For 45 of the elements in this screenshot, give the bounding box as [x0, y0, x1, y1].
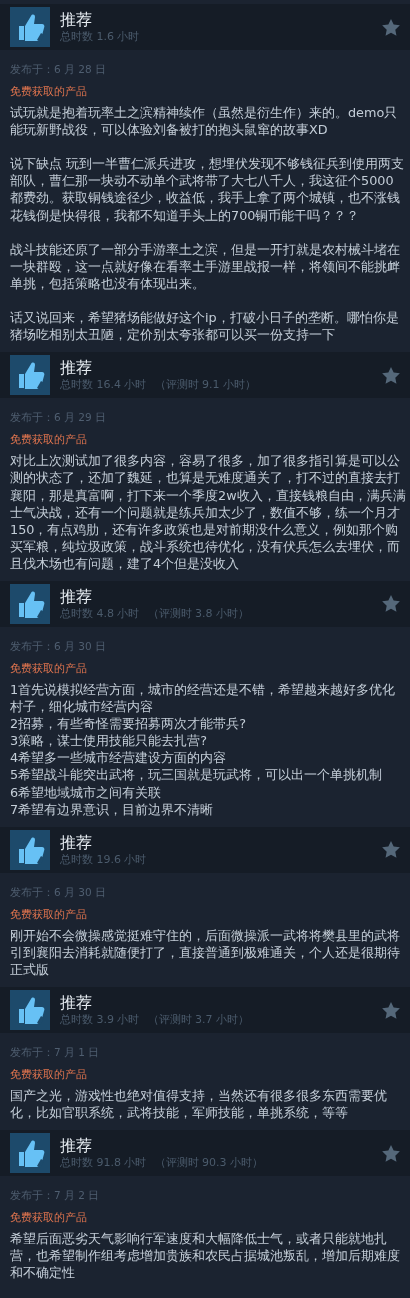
review-paragraph: 3策略，谋士使用技能只能去扎营?: [10, 732, 208, 750]
verdict-label: 推荐: [60, 10, 93, 30]
star-icon[interactable]: [382, 366, 400, 384]
thumbs-up-icon: [10, 7, 50, 47]
hours-text: 总时数 16.4 小时: [60, 378, 147, 393]
free-product-tag: 免费获取的产品: [10, 1211, 400, 1226]
star-icon[interactable]: [382, 841, 400, 859]
star-icon[interactable]: [382, 595, 400, 613]
free-product-tag: 免费获取的产品: [10, 907, 400, 922]
hours-text: 总时数 3.9 小时: [60, 1013, 140, 1027]
hours-text: 总时数 1.6 小时: [60, 30, 140, 44]
review-paragraph: 6希望地域城市之间有关联: [10, 783, 163, 801]
review-paragraph: 刚开始不会微操感觉挺难守住的，后面微操派一武将将樊县里的武将引到襄阳去消耗就随便打了，直接普通到极难通关，个人还是很期待正式版: [10, 926, 401, 978]
thumbs-up-icon: [10, 1133, 50, 1174]
hours-text: 总时数 4.8 小时: [60, 606, 140, 621]
hours-text: 总时数 19.6 小时: [60, 852, 147, 867]
verdict-label: 推荐: [60, 586, 93, 607]
star-icon[interactable]: [382, 1001, 400, 1019]
review-paragraph: 5希望战斗能突出武将，玩三国就是玩武将，可以出一个单挑机制: [10, 766, 384, 784]
review-paragraph: 说下缺点 玩到一半曹仁派兵进攻，想埋伏发现不够钱征兵到使用两支部队，曹仁那一块动不动单个武将带了大七八千人，我这征个5000都费劲。获取铜钱途径少，收益低，我手上拿了两个城镇，也不涨钱花钱倒是快得很，我都不知道手头上的700铜币能干吗？？？: [10, 155, 406, 224]
review-paragraph: 国产之光，游戏性也绝对值得支持，当然还有很多很多东西需要优化，比如官职系统，武将技能，军师技能，单挑系统，等等: [10, 1087, 388, 1122]
review-paragraph: 话又说回来，希望猪场能做好这个ip，打破小日子的垄断。哪怕你是猪场吃相别太丑陋，定价别太夸张都可以买一份支持一下: [10, 309, 400, 344]
free-product-tag: 免费获取的产品: [10, 661, 400, 676]
free-product-tag: 免费获取的产品: [10, 433, 400, 448]
review-paragraph: 战斗技能还原了一部分手游率土之滨，但是一开打就是农村械斗堵在一块群殴，这一点就好像在看率土手游里战报一样，将领间不能挑衅单挑，包括策略也没有体现出来。: [10, 240, 401, 293]
verdict-label: 推荐: [60, 832, 93, 853]
thumbs-up-icon: [10, 583, 50, 624]
review-paragraph: 1首先说模拟经营方面，城市的经营还是不错，希望越来越好多优化村子，细化城市经营内容: [10, 680, 397, 716]
review-paragraph: 2招募，有些奇怪需要招募两次才能带兵?: [10, 715, 247, 733]
review-paragraph: 试玩就是抱着玩率土之滨精神续作（虽然是衍生作）来的。demo只能玩新野战役，可以体验刘备被打的抱头鼠窜的故事XD: [10, 104, 399, 139]
review-paragraph: 4希望多一些城市经营建设方面的内容: [10, 749, 228, 767]
free-product-tag: 免费获取的产品: [10, 85, 400, 99]
review-paragraph: 对比上次测试加了很多内容，容易了很多，加了很多指引算是可以公测的状态了，还加了魏延，也算是无难度通关了，打不过的直接去打襄阳，那是真富啊，打下来一个季度2w收入，直接钱粮自由，满兵满士气决战，还有一个问题就是练兵加太少了，数值不够，练一个月才150，有点鸡肋，还有许多政策也是对前期没什么意义，例如那个购买军粮，纯垃圾政策，战斗系统也待优化，没有伏兵怎么去埋伏，而且伐木场也有问题，建了4个但是没收入: [10, 452, 406, 572]
verdict-label: 推荐: [60, 993, 93, 1013]
star-icon[interactable]: [382, 18, 400, 36]
free-product-tag: 免费获取的产品: [10, 1068, 400, 1082]
verdict-label: 推荐: [60, 358, 93, 379]
thumbs-up-icon: [10, 355, 50, 396]
thumbs-up-icon: [10, 990, 50, 1030]
hours-text: 总时数 91.8 小时: [60, 1156, 147, 1171]
review-paragraph: 7希望有边界意识，目前边界不清晰: [10, 800, 215, 818]
star-icon[interactable]: [382, 1144, 400, 1162]
review-paragraph: 希望后面恶劣天气影响行军速度和大幅降低士气，或者只能就地扎营，也希望制作组考虑增加贵族和农民占据城池叛乱，增加后期难度和不确定性: [10, 1230, 401, 1282]
verdict-label: 推荐: [60, 1136, 93, 1157]
thumbs-up-icon: [10, 829, 50, 870]
